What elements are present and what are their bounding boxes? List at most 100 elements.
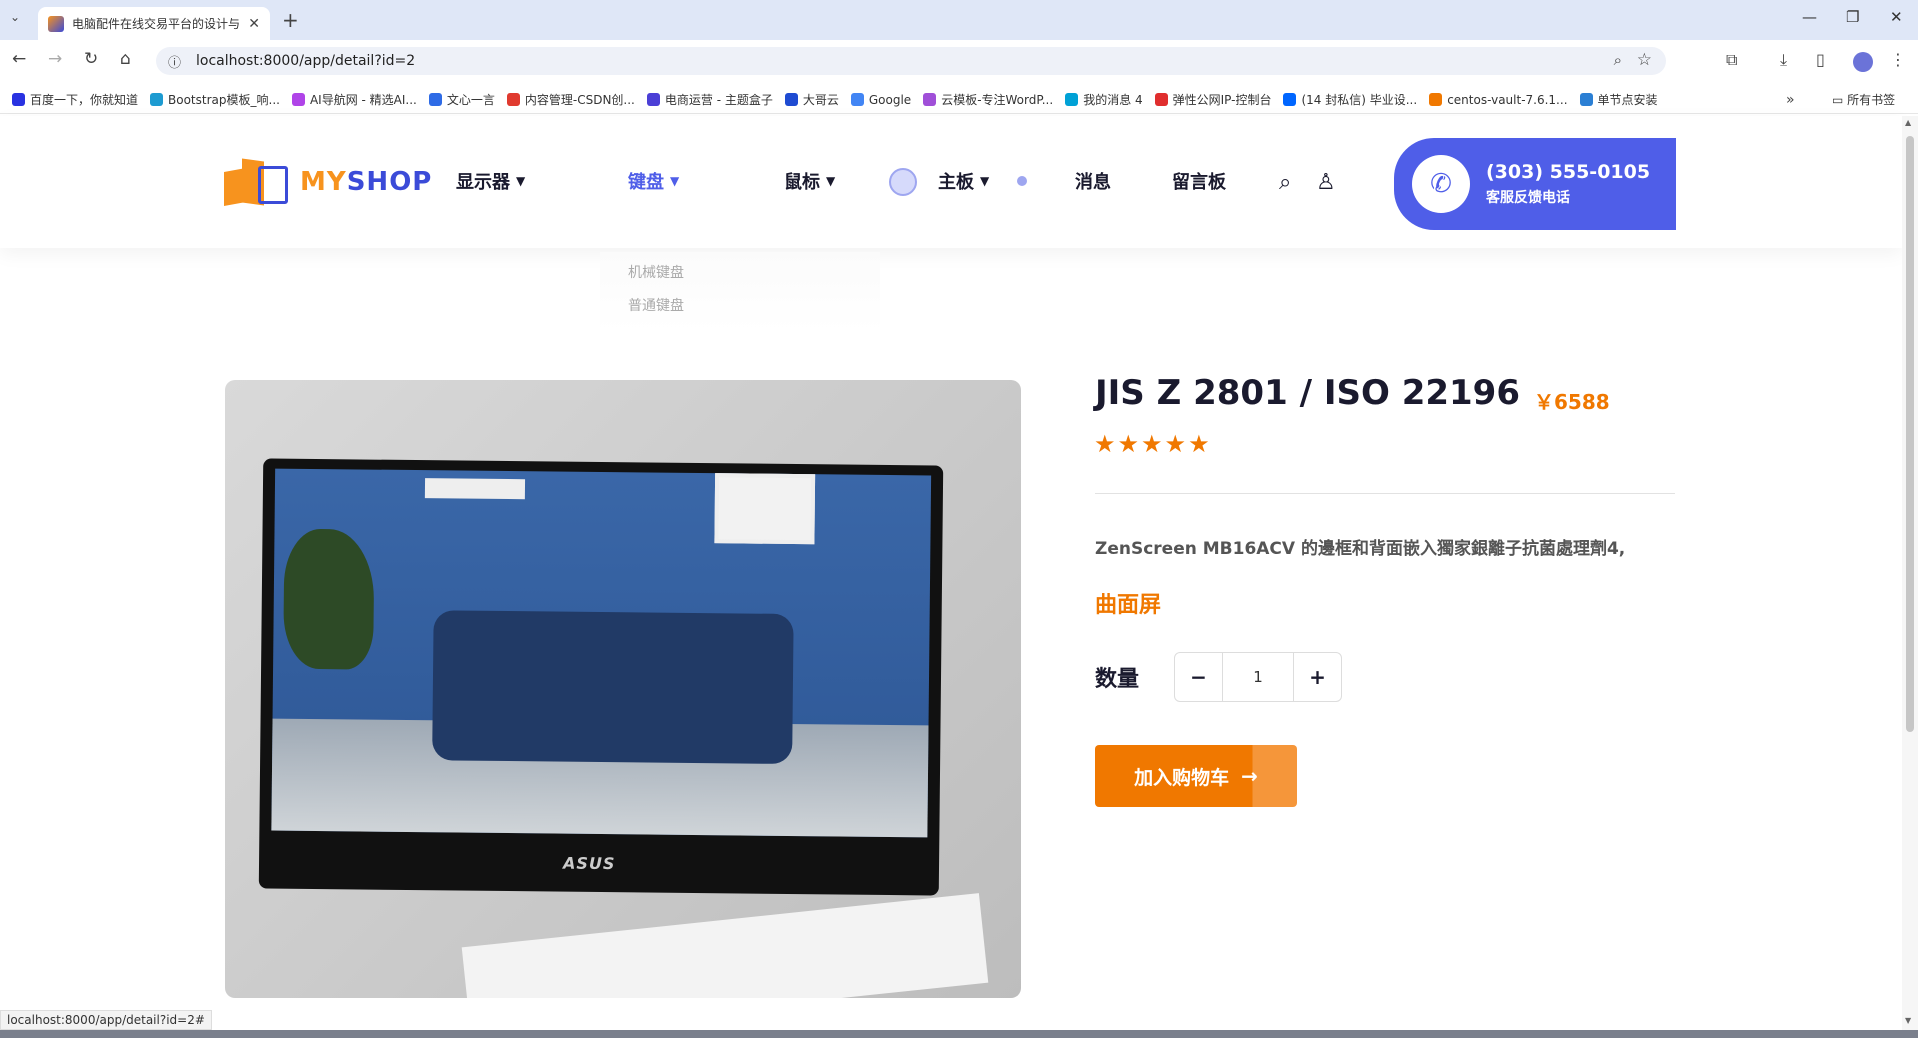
bookmark-item[interactable]: (14 封私信) 毕业设...: [1283, 91, 1417, 108]
divider: [1095, 493, 1675, 494]
quantity-stepper: − 1 +: [1174, 652, 1342, 702]
bookmark-label: 百度一下，你就知道: [30, 93, 139, 107]
download-icon[interactable]: ⤓: [1780, 50, 1787, 70]
quantity-label: 数量: [1095, 667, 1140, 692]
profile-avatar[interactable]: [1853, 52, 1873, 72]
bookmark-label: 文心一言: [446, 93, 495, 107]
bookmark-favicon-icon: [12, 93, 25, 106]
product-image: ASUS: [225, 380, 1021, 998]
window-close-icon[interactable]: ✕: [1890, 8, 1903, 26]
scrollbar-thumb[interactable]: [1906, 136, 1914, 732]
bookmark-favicon-icon: [291, 93, 305, 106]
product-title: JIS Z 2801 / ISO 22196: [1095, 373, 1520, 413]
bookmark-favicon-icon: [506, 93, 520, 106]
bookmark-item[interactable]: 我的消息 4: [1065, 91, 1143, 108]
site-favicon-icon: [48, 15, 64, 32]
bookmark-item[interactable]: centos-vault-7.6.1...: [1429, 92, 1568, 107]
quantity-input[interactable]: 1: [1223, 668, 1293, 686]
star-icon: ★: [1141, 430, 1163, 458]
bookmark-item[interactable]: 弹性公网IP-控制台: [1154, 91, 1272, 108]
bookmark-item[interactable]: 单节点安装: [1579, 91, 1658, 108]
bookmark-label: 我的消息 4: [1083, 93, 1143, 107]
bookmark-item[interactable]: 电商运营 - 主题盒子: [646, 91, 773, 108]
side-panel-icon[interactable]: ▯: [1816, 50, 1825, 69]
scroll-down-icon[interactable]: ▼: [1905, 1016, 1911, 1025]
browser-tab[interactable]: 电脑配件在线交易平台的设计与 ✕: [38, 7, 270, 40]
dropdown-item-regular[interactable]: 普通键盘: [628, 295, 684, 315]
status-bar-url: localhost:8000/app/detail?id=2#: [0, 1010, 212, 1030]
all-bookmarks-folder[interactable]: ▭ 所有书签: [1832, 91, 1895, 108]
bookmark-star-icon[interactable]: ☆: [1637, 50, 1652, 70]
bookmark-favicon-icon: [923, 93, 937, 106]
address-bar[interactable]: ⓘ localhost:8000/app/detail?id=2 ⌕ ☆: [156, 47, 1666, 75]
bookmark-label: 内容管理-CSDN创...: [524, 93, 635, 107]
scroll-up-icon[interactable]: ▲: [1905, 118, 1911, 127]
menu-icon[interactable]: ⋮: [1890, 50, 1906, 69]
phone-subtitle: 客服反馈电话: [1486, 190, 1570, 206]
bookmark-label: 大哥云: [802, 93, 839, 107]
bookmark-item[interactable]: 文心一言: [428, 91, 495, 108]
back-icon[interactable]: ←: [12, 49, 26, 69]
bookmark-item[interactable]: Bootstrap模板_响...: [150, 91, 280, 108]
mouse-cursor: [1017, 176, 1027, 186]
bookmark-label: 弹性公网IP-控制台: [1172, 93, 1272, 107]
nav-item-guestbook[interactable]: 留言板: [1172, 168, 1226, 194]
home-icon[interactable]: ⌂: [120, 49, 131, 69]
reload-icon[interactable]: ↻: [84, 49, 98, 69]
nav-item-messages[interactable]: 消息: [1075, 168, 1111, 194]
forward-icon[interactable]: →: [48, 49, 62, 69]
user-avatar-dot[interactable]: [889, 168, 917, 196]
add-to-cart-button[interactable]: 加入购物车 →: [1095, 745, 1297, 807]
close-tab-icon[interactable]: ✕: [248, 16, 260, 32]
bookmark-item[interactable]: Google: [850, 93, 911, 107]
bookmark-label: Bootstrap模板_响...: [168, 93, 280, 107]
bookmark-favicon-icon: [428, 93, 442, 106]
nav-item-motherboard[interactable]: 主板 ▼: [938, 168, 989, 194]
extensions-icon[interactable]: ⧉: [1726, 50, 1737, 70]
star-icon: ★: [1188, 430, 1210, 458]
increase-button[interactable]: +: [1293, 653, 1341, 701]
bookmark-favicon-icon: [150, 93, 164, 106]
logo-my: MY: [300, 167, 347, 197]
nav-item-mouse[interactable]: 鼠标 ▼: [784, 168, 835, 194]
bookmark-label: centos-vault-7.6.1...: [1447, 92, 1568, 107]
support-phone-banner[interactable]: ✆ (303) 555-0105 客服反馈电话: [1394, 138, 1676, 230]
nav-item-monitor[interactable]: 显示器 ▼: [456, 168, 525, 194]
chevron-down-icon: ▼: [826, 174, 836, 188]
bookmark-label: 电商运营 - 主题盒子: [664, 93, 773, 107]
decrease-button[interactable]: −: [1175, 653, 1223, 701]
keyboard-dropdown-menu: 机械键盘 普通键盘: [600, 252, 880, 332]
folder-icon: ▭: [1832, 93, 1848, 107]
zoom-icon[interactable]: ⌕: [1614, 51, 1622, 69]
more-bookmarks-icon[interactable]: »: [1786, 92, 1795, 108]
product-price: ￥6588: [1534, 390, 1610, 414]
product-tag: 曲面屏: [1095, 593, 1162, 618]
bookmark-item[interactable]: 大哥云: [784, 91, 839, 108]
search-icon[interactable]: ⌕: [1279, 170, 1291, 195]
bookmark-item[interactable]: AI导航网 - 精选AI...: [291, 91, 417, 108]
tab-search-icon[interactable]: ⌄: [10, 10, 20, 24]
bookmark-item[interactable]: 内容管理-CSDN创...: [506, 91, 635, 108]
restore-icon[interactable]: ❐: [1846, 8, 1859, 26]
user-icon[interactable]: ♙: [1316, 170, 1336, 195]
bookmark-item[interactable]: 云模板-专注WordP...: [923, 91, 1053, 108]
minimize-icon[interactable]: —: [1802, 8, 1817, 26]
star-icon: ★: [1094, 430, 1116, 458]
bookmark-favicon-icon: [1154, 93, 1168, 106]
dropdown-item-mechanical[interactable]: 机械键盘: [628, 262, 684, 282]
chevron-down-icon: ▼: [980, 174, 990, 188]
arrow-right-icon: →: [1241, 764, 1258, 788]
logo-shop: SHOP: [346, 167, 433, 197]
site-logo[interactable]: MYSHOP: [224, 154, 432, 210]
logo-mark-icon: [224, 154, 296, 210]
monitor-frame: ASUS: [258, 458, 944, 896]
star-icon: ★: [1117, 430, 1140, 458]
bookmark-favicon-icon: [1065, 93, 1079, 106]
bookmark-label: AI导航网 - 精选AI...: [309, 93, 417, 107]
nav-item-keyboard[interactable]: 键盘 ▼: [628, 168, 679, 194]
bookmark-item[interactable]: 百度一下，你就知道: [12, 91, 138, 108]
new-tab-icon[interactable]: +: [282, 8, 299, 32]
bookmark-favicon-icon: [1429, 93, 1443, 106]
site-info-icon[interactable]: ⓘ: [168, 52, 181, 71]
phone-icon: ✆: [1412, 155, 1470, 213]
